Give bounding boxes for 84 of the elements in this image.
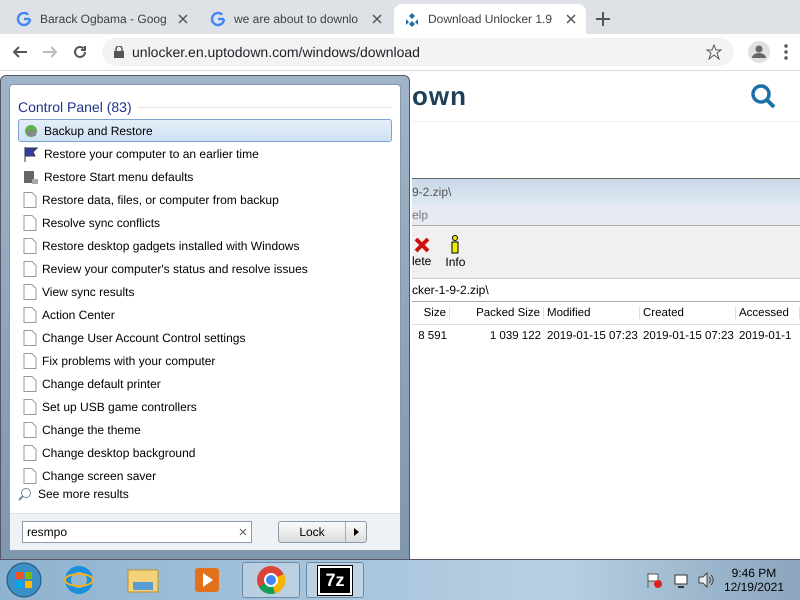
table-cell-text: 8 591	[417, 330, 448, 342]
chrome-icon[interactable]	[256, 565, 286, 595]
plus-icon[interactable]	[596, 12, 610, 26]
search-result[interactable]: Restore your computer to an earlier time	[18, 142, 392, 165]
toolbar-button[interactable]: Info	[445, 235, 466, 269]
column-header[interactable]: Created	[640, 307, 736, 319]
flag-icon	[23, 146, 39, 162]
document-icon	[23, 398, 37, 414]
group-title: Control Panel (83)	[18, 99, 132, 115]
close-icon[interactable]	[566, 14, 576, 24]
column-header[interactable]: Packed Size	[450, 307, 544, 319]
browser-tab[interactable]: Barack Ogbama - Goog	[6, 4, 198, 34]
diamond-logo-icon	[404, 11, 420, 27]
menu-item[interactable]: elp	[412, 208, 428, 222]
column-header[interactable]: Modified	[544, 307, 640, 319]
path-field[interactable]: cker-1-9-2.zip\	[412, 283, 489, 297]
backup-icon	[23, 122, 39, 138]
search-result[interactable]: Change the theme	[18, 418, 392, 441]
network-icon[interactable]	[672, 572, 688, 588]
search-result[interactable]: Restore Start menu defaults	[18, 165, 392, 188]
window-title: 9-2.zip\	[412, 185, 452, 199]
search-result[interactable]: Restore data, files, or computer from backup	[18, 188, 392, 211]
document-icon	[23, 214, 37, 230]
search-result[interactable]: View sync results	[18, 280, 392, 303]
document-icon	[23, 192, 37, 208]
address-bar[interactable]: unlocker.en.uptodown.com/windows/download	[102, 38, 734, 66]
site-logo[interactable]: own	[412, 80, 467, 112]
search-result[interactable]: Action Center	[18, 303, 392, 326]
search-result[interactable]: Change screen saver	[18, 464, 392, 487]
toolbar-button[interactable]: lete	[412, 236, 432, 268]
search-field[interactable]: resmpo	[22, 521, 252, 543]
column-header[interactable]: Accessed	[736, 307, 800, 319]
search-result[interactable]: Review your computer's status and resolve issues	[18, 257, 392, 280]
star-icon[interactable]	[706, 44, 722, 60]
search-result[interactable]: Set up USB game controllers	[18, 395, 392, 418]
reload-icon[interactable]	[72, 44, 88, 60]
document-icon	[23, 468, 37, 484]
table-cell-text: 2019-01-15 07:23	[642, 330, 735, 342]
document-icon	[23, 260, 37, 276]
play-icon[interactable]	[194, 567, 220, 593]
google-icon	[210, 11, 226, 27]
start-button[interactable]	[4, 561, 44, 599]
app-logo[interactable]: 7z	[318, 566, 352, 594]
arrow-right-icon[interactable]	[354, 528, 358, 536]
clock[interactable]: 9:46 PM 12/19/2021	[724, 566, 784, 594]
avatar-icon[interactable]	[748, 41, 770, 63]
table-cell-text: 1 039 122	[488, 330, 542, 342]
magnifier-icon	[18, 487, 32, 501]
taskbar-button[interactable]: 7z	[306, 562, 364, 598]
browser-tab[interactable]: Download Unlocker 1.9	[394, 4, 586, 34]
search-icon[interactable]	[750, 83, 776, 109]
browser-tab[interactable]: we are about to downlo	[200, 4, 392, 34]
search-result[interactable]: Fix problems with your computer	[18, 349, 392, 372]
see-more-link[interactable]: See more results	[18, 487, 392, 501]
close-icon[interactable]	[372, 14, 382, 24]
search-result[interactable]: Restore desktop gadgets installed with Windows	[18, 234, 392, 257]
google-icon	[16, 11, 32, 27]
shutdown-button[interactable]: Lock	[278, 521, 367, 543]
document-icon	[23, 376, 37, 392]
lock-icon	[114, 46, 124, 58]
back-arrow-icon[interactable]	[12, 44, 28, 60]
document-icon	[23, 238, 37, 254]
search-result[interactable]: Change desktop background	[18, 441, 392, 464]
document-icon	[23, 306, 37, 322]
delete-icon	[412, 236, 431, 254]
search-result[interactable]: Resolve sync conflicts	[18, 211, 392, 234]
speaker-icon[interactable]	[698, 572, 714, 588]
search-result[interactable]: Change default printer	[18, 372, 392, 395]
search-result[interactable]: Backup and Restore	[18, 119, 392, 142]
taskbar-button[interactable]	[242, 562, 300, 598]
table-cell-text: 2019-01-15 07:23	[546, 330, 639, 342]
clear-icon[interactable]	[239, 528, 247, 536]
document-icon	[23, 284, 37, 300]
document-icon	[23, 422, 37, 438]
column-header[interactable]: Size	[412, 307, 450, 319]
table-cell-text: 2019-01-1	[738, 330, 792, 342]
document-icon	[23, 444, 37, 460]
document-icon	[23, 352, 37, 368]
url-text: unlocker.en.uptodown.com/windows/download	[132, 44, 421, 60]
close-icon[interactable]	[178, 14, 188, 24]
document-icon	[23, 330, 37, 346]
more-icon[interactable]	[784, 44, 788, 60]
search-result[interactable]: Change User Account Control settings	[18, 326, 392, 349]
flag-icon[interactable]	[646, 572, 662, 588]
